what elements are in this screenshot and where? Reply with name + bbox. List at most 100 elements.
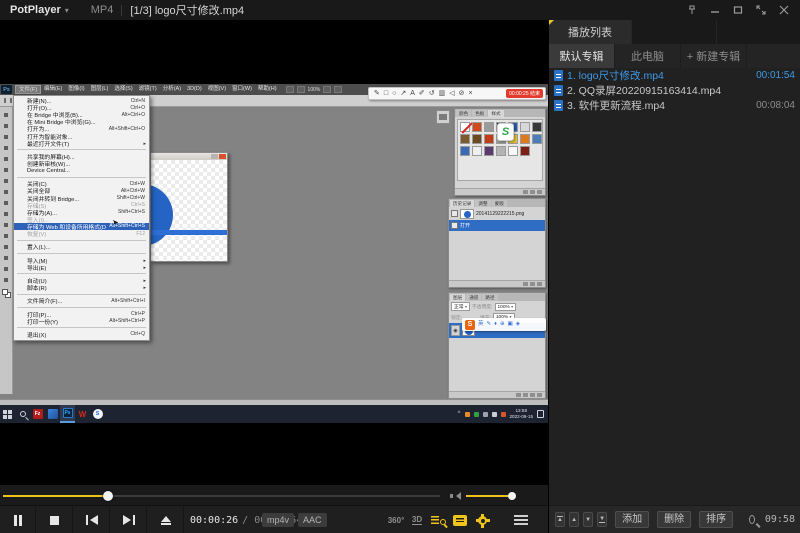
ps-logo: Ps — [1, 85, 12, 94]
ps-color-swatches — [2, 289, 11, 298]
ps-panel-tab: 路径 — [482, 294, 497, 301]
move-bottom-icon: ▼ — [599, 516, 605, 523]
playlist-footer: ▲ ▲ ▼ ▼ 添加 删除 排序 09:58 — [549, 505, 800, 533]
ps-file-menu-item — [17, 294, 146, 295]
ps-styles-panel: 颜色色板样式 — [454, 108, 546, 196]
taskbar-clock: 13:58 2022-09-15 — [510, 408, 534, 420]
minimize-button[interactable] — [707, 3, 723, 17]
ps-panel-footer — [449, 391, 545, 398]
magnifier-icon — [440, 519, 446, 525]
chevron-down-icon: ▾ — [65, 6, 69, 15]
move-bottom-button[interactable]: ▼ — [597, 512, 607, 527]
video-codec-badge[interactable]: mp4v — [262, 513, 294, 527]
move-up-button[interactable]: ▲ — [569, 512, 579, 527]
previous-button[interactable] — [74, 506, 110, 533]
audio-codec-badge[interactable]: AAC — [298, 513, 327, 527]
style-swatch — [520, 146, 530, 156]
photoshop-taskbar-icon: Ps — [60, 405, 75, 423]
style-swatch — [460, 122, 470, 132]
ps-file-menu-item: 恢复(V) F12 — [14, 230, 149, 237]
ps-file-menu-item — [17, 149, 146, 150]
annotation-icons: ✎□○↗A✐↺▥◁⊘× — [374, 90, 473, 97]
view-360-button[interactable]: 360° — [384, 506, 408, 533]
style-swatch — [508, 146, 518, 156]
move-down-button[interactable]: ▼ — [583, 512, 593, 527]
album-tab[interactable]: 默认专辑 — [549, 44, 615, 68]
sogou-icon: S — [90, 405, 105, 423]
gear-icon — [478, 516, 487, 525]
recorder-tool-icon: 英 — [478, 322, 484, 328]
ps-panel-tab: 蒙版 — [492, 200, 507, 207]
playlist-search-icon[interactable] — [749, 515, 755, 524]
ps-menu-item: 视图(V) — [205, 85, 229, 94]
ps-menu-item: 编辑(E) — [41, 85, 65, 94]
seek-bar[interactable] — [3, 495, 440, 497]
playlist-item[interactable]: 1. logo尺寸修改.mp4 00:01:54 — [549, 68, 800, 83]
settings-button[interactable] — [472, 506, 492, 533]
recorder-tool-icon: ▣ — [508, 322, 513, 328]
maximize-button[interactable] — [730, 3, 746, 17]
add-button[interactable]: 添加 — [615, 511, 649, 528]
mouse-cursor: ➤ — [112, 218, 119, 227]
seek-progress — [3, 495, 108, 497]
ps-tools-panel — [0, 107, 13, 394]
next-button[interactable] — [111, 506, 147, 533]
video-area[interactable]: Ps 文件(F) 编辑(E) 图像(I) 图层(L) 选择(S) 滤镜(T) — [0, 20, 548, 485]
menu-button[interactable] — [508, 506, 534, 533]
volume-slider[interactable] — [466, 495, 514, 497]
delete-button[interactable]: 删除 — [657, 511, 691, 528]
ps-file-menu-item: 脚本(R) — [14, 284, 149, 291]
album-tab[interactable]: 此电脑 — [615, 44, 681, 68]
fullscreen-button[interactable] — [753, 3, 769, 17]
ps-panel-tab: 通道 — [466, 294, 481, 301]
screen-mode-icon — [334, 86, 342, 93]
tray-volume-icon — [483, 412, 488, 417]
playlist-item-title: 1. logo尺寸修改.mp4 — [567, 68, 752, 83]
ps-file-menu-item: 最近打开文件(T) — [14, 140, 149, 147]
taskbar-search-icon — [15, 405, 30, 423]
playlist-search-button[interactable] — [428, 506, 448, 533]
playlist-item-duration: 00:08:04 — [756, 100, 795, 111]
move-top-button[interactable]: ▲ — [555, 512, 565, 527]
playlist-header-slot — [716, 20, 800, 44]
pin-button[interactable] — [684, 3, 700, 17]
seek-thumb[interactable] — [103, 491, 113, 501]
volume-icon[interactable] — [452, 492, 461, 500]
annotation-tool-icon: ✐ — [419, 90, 425, 97]
volume-thumb[interactable] — [508, 492, 516, 500]
style-swatch — [532, 134, 542, 144]
playlist-item[interactable]: 3. 软件更新流程.mp4 00:08:04 — [549, 98, 800, 113]
recorder-tool-icon: ✎ — [487, 322, 492, 328]
recorder-tool-icon: ⊕ — [500, 322, 505, 328]
ps-panel-tab: 历史记录 — [450, 200, 474, 207]
opacity-label: 不透明度: — [472, 303, 493, 310]
pause-button[interactable] — [0, 506, 36, 533]
tray-expand-icon: ^ — [458, 411, 461, 417]
open-file-button[interactable] — [148, 506, 184, 533]
app-menu-button[interactable]: PotPlayer ▾ — [0, 0, 79, 20]
view-3d-button[interactable]: 3D — [408, 506, 426, 533]
sort-button[interactable]: 排序 — [699, 511, 733, 528]
ps-menu-item: 滤镜(T) — [136, 85, 160, 94]
style-swatch — [472, 134, 482, 144]
close-button[interactable] — [776, 3, 792, 17]
minimize-icon — [710, 5, 720, 15]
window-title: [1/3] logo尺寸修改.mp4 — [130, 2, 244, 18]
ps-menu-item: 3D(D) — [184, 85, 205, 94]
playlist-tab[interactable]: 播放列表 — [549, 20, 631, 44]
snapshot-name: 20141129222215.png — [476, 211, 524, 217]
style-swatch — [472, 146, 482, 156]
move-top-icon: ▲ — [557, 516, 563, 523]
playlist-item[interactable]: 2. QQ录屏20220915163414.mp4 — [549, 83, 800, 98]
tray-icon — [465, 412, 470, 417]
ps-document-titlebar — [151, 153, 227, 160]
ps-file-menu-item — [17, 240, 146, 241]
stop-button[interactable] — [37, 506, 73, 533]
subtitle-button[interactable] — [450, 506, 470, 533]
ps-menu-item: 图像(I) — [65, 85, 87, 94]
album-tab[interactable]: + 新建专辑 — [681, 44, 747, 68]
move-up-icon: ▲ — [571, 517, 577, 523]
style-swatch — [484, 146, 494, 156]
clock-date: 2022-09-15 — [510, 414, 534, 420]
logo-bar-artwork — [151, 230, 227, 235]
